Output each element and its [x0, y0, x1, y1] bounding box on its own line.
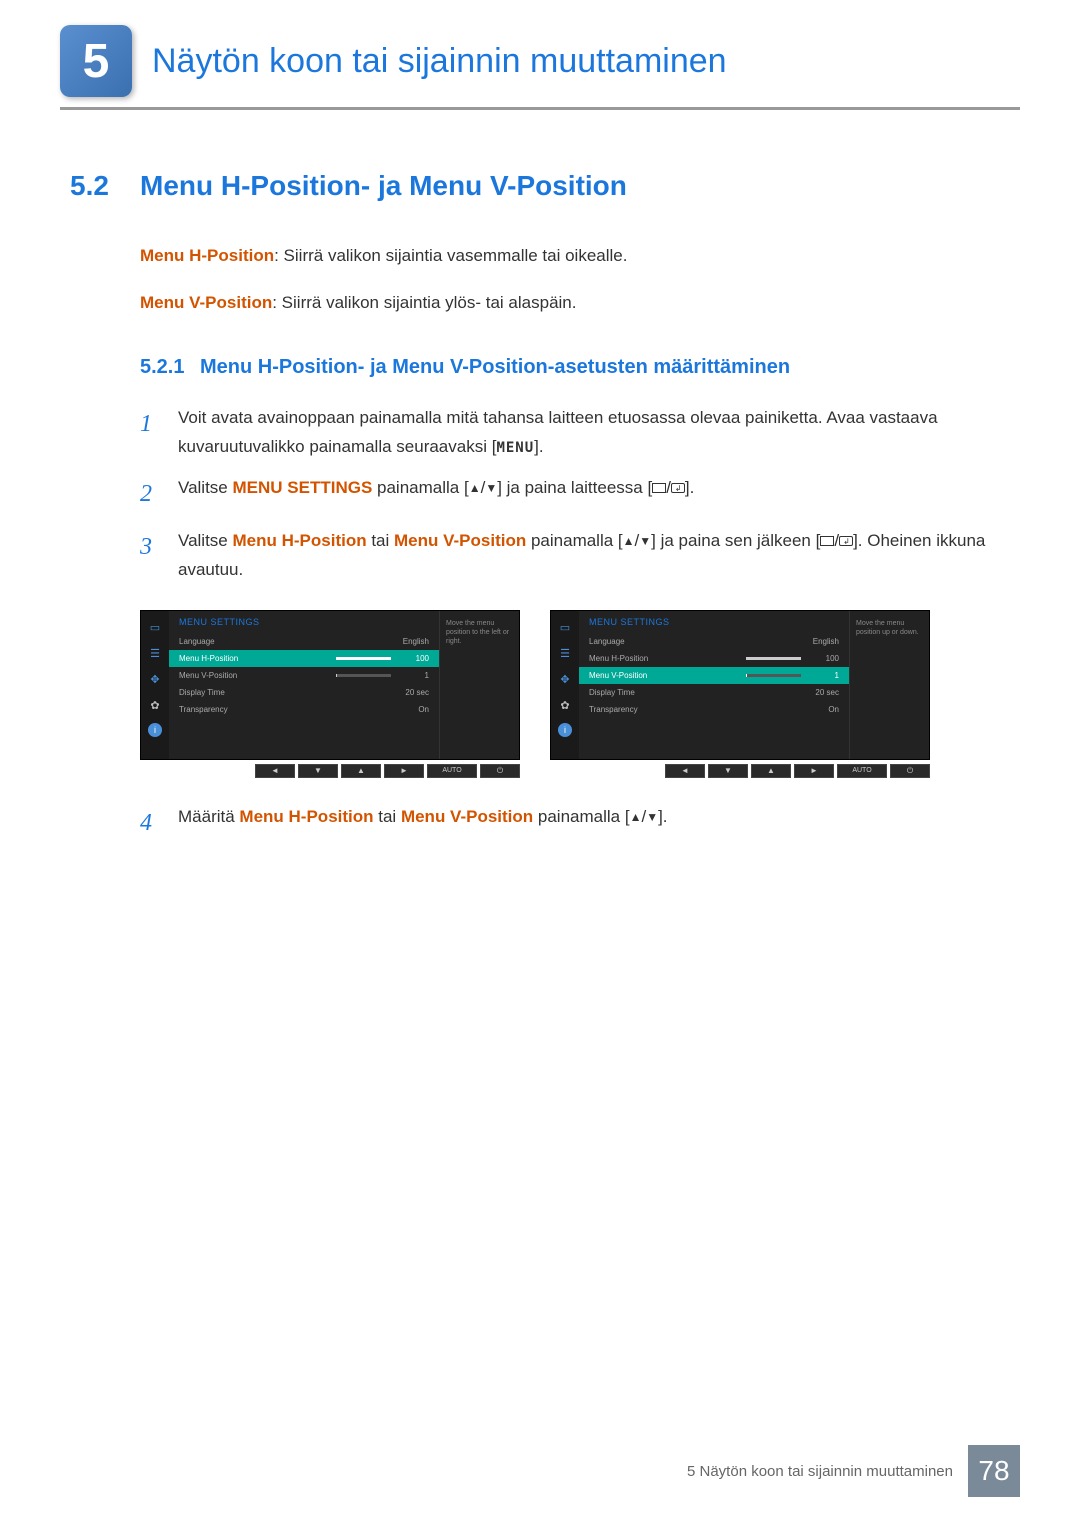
- osd-nav-bar: ◄ ▼ ▲ ► AUTO ⏻: [140, 764, 520, 778]
- list-icon: ☰: [146, 645, 164, 663]
- osd-item-h-position: Menu H-Position100: [169, 650, 439, 667]
- enter-icon: [839, 536, 853, 546]
- osd-item-transparency: TransparencyOn: [579, 701, 849, 718]
- monitor-icon: ▭: [556, 619, 574, 637]
- step-1: 1 Voit avata avainoppaan painamalla mitä…: [140, 404, 1020, 462]
- chapter-badge: 5: [60, 25, 132, 97]
- osd-item-display-time: Display Time20 sec: [579, 684, 849, 701]
- nav-auto-button: AUTO: [427, 764, 477, 778]
- osd-item-language: LanguageEnglish: [169, 633, 439, 650]
- osd-item-v-position: Menu V-Position1: [169, 667, 439, 684]
- gear-icon: ✿: [146, 697, 164, 715]
- chapter-title: Näytön koon tai sijainnin muuttaminen: [152, 42, 727, 81]
- osd-sidebar: ▭ ☰ ✥ ✿ i: [551, 611, 579, 759]
- up-triangle-icon: ▲: [630, 807, 642, 827]
- page-number: 78: [968, 1445, 1020, 1497]
- osd-item-language: LanguageEnglish: [579, 633, 849, 650]
- osd-v-position: ▭ ☰ ✥ ✿ i MENU SETTINGS LanguageEnglish …: [550, 610, 930, 760]
- osd-h-position: ▭ ☰ ✥ ✿ i MENU SETTINGS LanguageEnglish …: [140, 610, 520, 760]
- move-icon: ✥: [556, 671, 574, 689]
- list-icon: ☰: [556, 645, 574, 663]
- info-icon: i: [148, 723, 162, 737]
- osd-item-v-position: Menu V-Position1: [579, 667, 849, 684]
- step-3: 3 Valitse Menu H-Position tai Menu V-Pos…: [140, 527, 1020, 585]
- osd-hint: Move the menu position up or down.: [849, 611, 929, 759]
- rect-icon: [652, 483, 666, 493]
- page-footer: 5 Näytön koon tai sijainnin muuttaminen …: [687, 1445, 1020, 1497]
- intro-v-position: Menu V-Position: Siirrä valikon sijainti…: [140, 289, 1020, 316]
- down-triangle-icon: ▼: [639, 531, 651, 551]
- up-triangle-icon: ▲: [469, 478, 481, 498]
- osd-item-transparency: TransparencyOn: [169, 701, 439, 718]
- steps-list: 1 Voit avata avainoppaan painamalla mitä…: [140, 404, 1020, 584]
- down-triangle-icon: ▼: [646, 807, 658, 827]
- monitor-icon: ▭: [146, 619, 164, 637]
- rect-icon: [820, 536, 834, 546]
- menu-key-icon: MENU: [496, 440, 534, 456]
- gear-icon: ✿: [556, 697, 574, 715]
- nav-power-icon: ⏻: [890, 764, 930, 778]
- osd-sidebar: ▭ ☰ ✥ ✿ i: [141, 611, 169, 759]
- nav-auto-button: AUTO: [837, 764, 887, 778]
- nav-up-icon: ▲: [751, 764, 791, 778]
- nav-right-icon: ►: [794, 764, 834, 778]
- nav-right-icon: ►: [384, 764, 424, 778]
- step-2: 2 Valitse MENU SETTINGS painamalla [▲/▼]…: [140, 474, 1020, 515]
- subsection-heading: 5.2.1Menu H-Position- ja Menu V-Position…: [140, 356, 1020, 379]
- nav-left-icon: ◄: [665, 764, 705, 778]
- osd-screenshots: ▭ ☰ ✥ ✿ i MENU SETTINGS LanguageEnglish …: [140, 610, 1020, 778]
- nav-left-icon: ◄: [255, 764, 295, 778]
- osd-title: MENU SETTINGS: [579, 617, 849, 633]
- enter-icon: [671, 483, 685, 493]
- up-triangle-icon: ▲: [623, 531, 635, 551]
- nav-down-icon: ▼: [298, 764, 338, 778]
- osd-title: MENU SETTINGS: [169, 617, 439, 633]
- osd-item-display-time: Display Time20 sec: [169, 684, 439, 701]
- down-triangle-icon: ▼: [485, 478, 497, 498]
- osd-nav-bar: ◄ ▼ ▲ ► AUTO ⏻: [550, 764, 930, 778]
- intro-h-position: Menu H-Position: Siirrä valikon sijainti…: [140, 242, 1020, 269]
- osd-hint: Move the menu position to the left or ri…: [439, 611, 519, 759]
- nav-down-icon: ▼: [708, 764, 748, 778]
- info-icon: i: [558, 723, 572, 737]
- page-header: 5 Näytön koon tai sijainnin muuttaminen: [60, 25, 1020, 110]
- section-heading: 5.2Menu H-Position- ja Menu V-Position: [60, 170, 1020, 202]
- nav-power-icon: ⏻: [480, 764, 520, 778]
- osd-item-h-position: Menu H-Position100: [579, 650, 849, 667]
- nav-up-icon: ▲: [341, 764, 381, 778]
- move-icon: ✥: [146, 671, 164, 689]
- step-4: 4 Määritä Menu H-Position tai Menu V-Pos…: [140, 803, 1020, 844]
